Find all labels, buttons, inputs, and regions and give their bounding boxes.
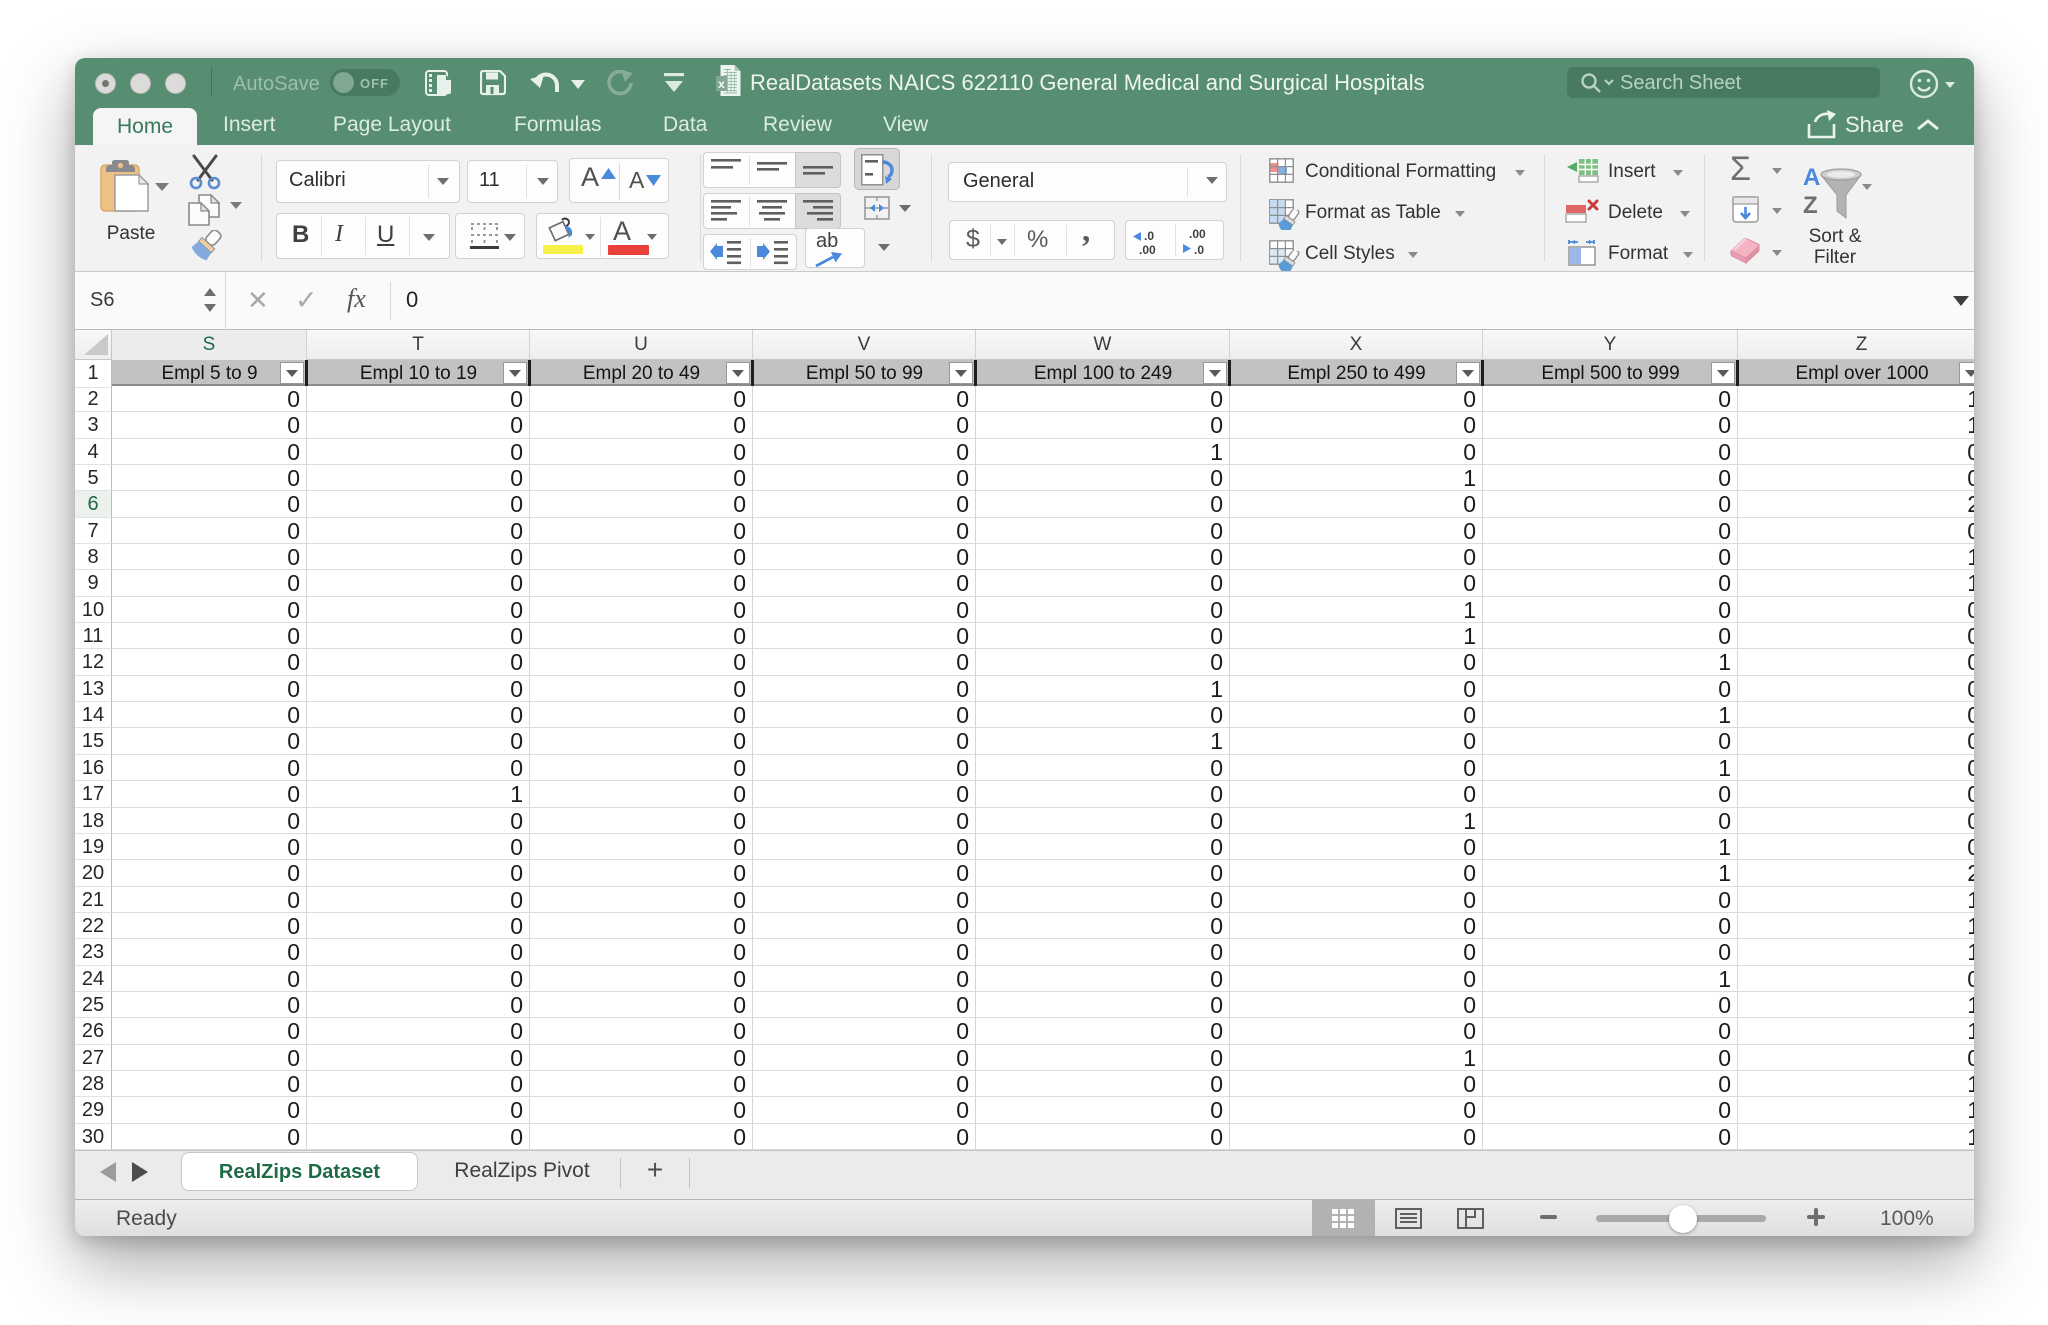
svg-text:.0: .0 xyxy=(1144,229,1154,243)
svg-text:x: x xyxy=(718,77,725,91)
svg-text:.00: .00 xyxy=(1189,227,1206,241)
svg-text:.0: .0 xyxy=(1194,243,1204,256)
svg-text:.00: .00 xyxy=(1139,243,1156,256)
